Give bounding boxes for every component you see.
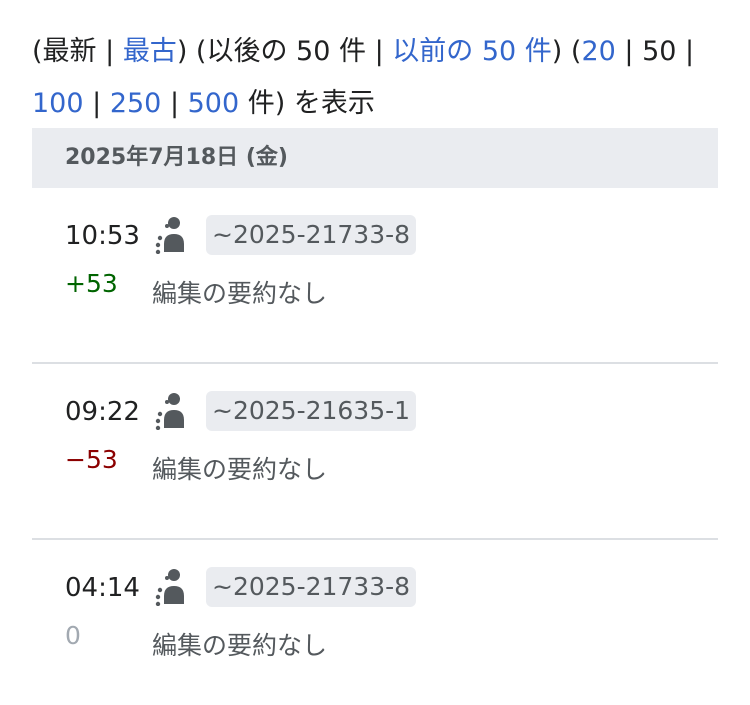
entry-time[interactable]: 10:53 (65, 218, 140, 254)
byte-diff: 0 (65, 621, 81, 650)
temporary-account-icon (155, 393, 184, 430)
limit-500-link[interactable]: 500 (188, 88, 240, 119)
limit-50-current: 50 (642, 36, 677, 67)
entry-time[interactable]: 04:14 (65, 570, 140, 606)
nav-sep: | (96, 36, 123, 67)
pagination-nav: (最新 | 最古) (以後の 50 件 | 以前の 50 件) (20 | 50… (32, 26, 722, 130)
limit-100-link[interactable]: 100 (32, 88, 84, 119)
limit-250-link[interactable]: 250 (110, 88, 162, 119)
nav-open-paren: ( (32, 36, 43, 67)
temporary-account-icon (155, 217, 184, 254)
nav-sep: | (83, 88, 110, 119)
divider (32, 362, 718, 364)
newest-label: 最新 (42, 36, 97, 67)
temporary-account-icon (155, 569, 184, 606)
edit-summary: 編集の要約なし (152, 279, 328, 308)
nav-sep: | (161, 88, 188, 119)
later-50-label: 以後の 50 件 (206, 36, 366, 67)
nav-suffix: 件) を表示 (239, 88, 375, 119)
nav-sep: | (366, 36, 393, 67)
byte-diff: +53 (65, 269, 118, 298)
limit-20-link[interactable]: 20 (581, 36, 615, 67)
nav-close-paren: ) ( (551, 36, 582, 67)
date-header: 2025年7月18日 (金) (32, 128, 718, 188)
nav-sep: | (615, 36, 643, 67)
earlier-50-link[interactable]: 以前の 50 件 (392, 36, 552, 67)
user-link[interactable]: ~2025-21733-8 (206, 215, 417, 255)
edit-summary: 編集の要約なし (152, 631, 328, 660)
nav-close-paren: ) ( (176, 36, 207, 67)
user-link[interactable]: ~2025-21733-8 (206, 567, 417, 607)
entry-time[interactable]: 09:22 (65, 394, 140, 430)
byte-diff: −53 (65, 445, 118, 474)
nav-sep: | (676, 36, 695, 67)
edit-summary: 編集の要約なし (152, 455, 328, 484)
oldest-link[interactable]: 最古 (123, 36, 177, 67)
user-link[interactable]: ~2025-21635-1 (206, 391, 417, 431)
divider (32, 538, 718, 540)
